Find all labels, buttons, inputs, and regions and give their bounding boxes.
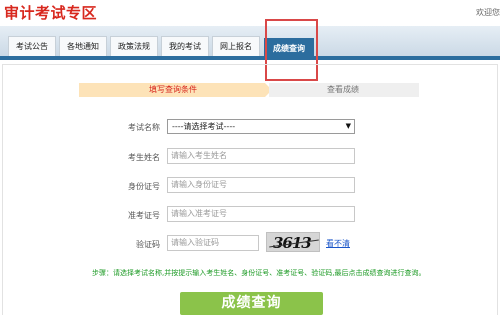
tab-my-exams[interactable]: 我的考试 (161, 36, 209, 56)
admission-number-input[interactable]: 请输入准考证号 (167, 206, 355, 222)
step2-label: 查看成绩 (327, 85, 359, 94)
site-header: 审计考试专区 欢迎您 (0, 0, 500, 26)
id-number-label: 身份证号 (128, 182, 160, 191)
dropdown-arrow-icon: ▼ (345, 122, 351, 130)
captcha-image[interactable]: 3613 (266, 232, 320, 252)
captcha-input[interactable]: 请输入验证码 (167, 235, 259, 251)
tab-online-registration[interactable]: 网上报名 (212, 36, 260, 56)
score-query-button[interactable]: 成绩查询 (180, 292, 323, 315)
nav-bar: 考试公告 各地通知 政策法规 我的考试 网上报名 成绩查询 (0, 26, 500, 60)
instructions-text: 步骤：请选择考试名称,并按提示输入考生姓名、身份证号、准考证号、验证码,最后点击… (92, 269, 426, 277)
step-indicator: 填写查询条件 查看成绩 (79, 83, 419, 97)
exam-name-select[interactable]: ----请选择考试---- ▼ (167, 119, 355, 134)
step1-label: 填写查询条件 (149, 85, 197, 94)
site-title: 审计考试专区 (4, 4, 98, 22)
step-view-results: 查看成绩 (269, 83, 419, 97)
step-fill-conditions: 填写查询条件 (79, 83, 272, 97)
refresh-captcha-link[interactable]: 看不清 (326, 238, 350, 249)
captcha-label: 验证码 (136, 240, 160, 249)
tab-policies[interactable]: 政策法规 (110, 36, 158, 56)
id-number-input[interactable]: 请输入身份证号 (167, 177, 355, 193)
admission-number-label: 准考证号 (128, 211, 160, 220)
welcome-text: 欢迎您 (476, 8, 500, 17)
candidate-name-input[interactable]: 请输入考生姓名 (167, 148, 355, 164)
exam-name-selected-value: ----请选择考试---- (172, 122, 236, 131)
tab-local-notices[interactable]: 各地通知 (59, 36, 107, 56)
tab-exam-announcements[interactable]: 考试公告 (8, 36, 56, 56)
exam-name-label: 考试名称 (128, 123, 160, 132)
candidate-name-label: 考生姓名 (128, 153, 160, 162)
